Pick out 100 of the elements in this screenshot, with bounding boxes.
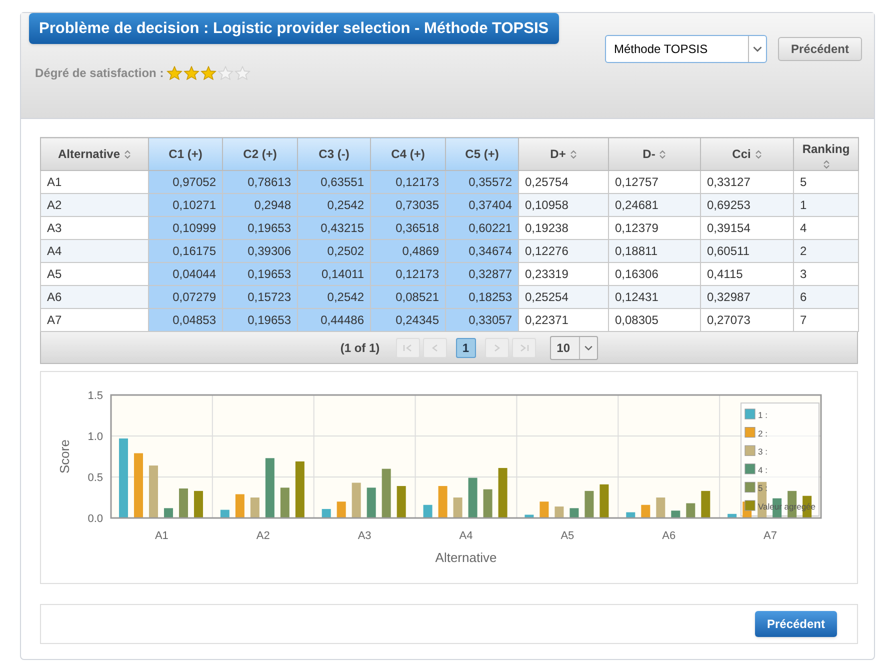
table-cell: 0,2948 (222, 194, 298, 216)
legend-label: 5 : (758, 483, 768, 494)
page-button[interactable]: 1 (456, 338, 476, 358)
table-cell: 0,63551 (298, 170, 370, 194)
table-cell: 4 (794, 216, 858, 240)
column-header[interactable]: Ranking (794, 138, 858, 170)
axis-tick-label: A7 (764, 530, 778, 542)
last-page-button[interactable] (512, 338, 536, 358)
legend-swatch (744, 408, 756, 420)
sort-icon (570, 150, 577, 159)
next-page-button[interactable] (484, 338, 509, 358)
table-cell: 0,10958 (518, 194, 608, 216)
table-cell: 0,2542 (298, 194, 370, 216)
table-cell: 0,24681 (608, 194, 700, 216)
legend-label: 3 : (758, 446, 768, 457)
bar (656, 498, 666, 518)
previous-page-icon (430, 344, 440, 352)
table-cell: 0,39306 (222, 240, 298, 262)
table-cell: 0,22371 (518, 308, 608, 332)
bar (194, 490, 203, 518)
table-cell: 3 (794, 262, 858, 286)
table-cell: 0,12379 (608, 216, 700, 240)
table-cell: 6 (794, 286, 858, 308)
legend-swatch (744, 445, 756, 456)
table-cell: 0,08521 (370, 286, 446, 308)
table-cell: 0,08305 (608, 308, 700, 332)
table-cell: 0,78613 (222, 170, 298, 194)
bar (524, 514, 534, 518)
table-cell: 0,23319 (518, 262, 608, 286)
table-cell: 0,4115 (700, 262, 794, 286)
axis-tick-label: 0.0 (88, 513, 103, 525)
legend-label: 1 : (758, 410, 768, 420)
axis-tick-label: A6 (662, 530, 676, 542)
bar (149, 466, 158, 518)
first-page-button[interactable] (396, 338, 420, 358)
table-cell: 0,04044 (148, 262, 222, 286)
sort-icon (659, 150, 666, 159)
table-cell: 0,12173 (370, 262, 446, 286)
column-header[interactable]: Alternative (40, 138, 148, 170)
table-cell: 0,27073 (700, 308, 794, 332)
rows-per-page-dropdown[interactable]: 10 (550, 336, 598, 360)
table-cell: 0,2542 (298, 286, 370, 308)
table-cell: 0,12757 (608, 170, 700, 194)
column-header: C4 (+) (370, 138, 446, 170)
table-cell: 0,18811 (608, 240, 700, 262)
axis-tick-label: A2 (256, 530, 270, 542)
axis-tick-label: A1 (154, 530, 168, 542)
table-cell: 0,32987 (700, 286, 794, 308)
table-cell: 0,25754 (518, 170, 608, 194)
previous-button[interactable]: Précédent (754, 611, 837, 637)
table-cell: 0,32877 (446, 262, 518, 286)
sort-icon (822, 160, 830, 168)
legend-label: 2 : (758, 428, 768, 438)
table-cell: 0,14011 (298, 262, 370, 286)
previous-button[interactable]: Précédent (778, 37, 862, 61)
axis-tick-label: A4 (459, 530, 473, 542)
last-page-icon (518, 344, 529, 352)
column-header[interactable]: D+ (518, 138, 608, 170)
axis-tick-label: A5 (560, 530, 574, 542)
table-cell: 0,2502 (298, 240, 370, 262)
table-cell: 0,60511 (700, 240, 794, 262)
axis-tick-label: 1.5 (88, 390, 103, 402)
table-cell: 0,33127 (700, 170, 794, 194)
table-cell: A1 (40, 170, 148, 194)
table-cell: 0,16306 (608, 262, 700, 286)
table-cell: 0,19653 (222, 216, 298, 240)
table-cell: 0,15723 (222, 286, 298, 308)
column-header: C1 (+) (148, 138, 222, 170)
table-cell: 0,18253 (446, 286, 518, 308)
column-header[interactable]: Cci (700, 138, 794, 170)
table-cell: 0,12431 (608, 286, 700, 308)
column-header[interactable]: D- (608, 138, 700, 170)
legend-label: 4 : (758, 464, 768, 475)
table-cell: 0,43215 (298, 216, 370, 240)
axis-tick-label: 1.0 (88, 431, 103, 443)
bar (570, 508, 579, 518)
table-cell: 0,97052 (148, 170, 222, 194)
table-cell: A3 (40, 216, 148, 240)
table-cell: 0,36518 (370, 216, 446, 240)
bar (600, 484, 609, 518)
sort-icon (754, 150, 762, 159)
table-cell: 0,33057 (446, 308, 518, 332)
bar (728, 514, 737, 518)
table-cell: A2 (40, 194, 148, 216)
table-cell: 0,34674 (446, 240, 518, 262)
table-cell: A4 (40, 240, 148, 262)
bar (164, 508, 173, 518)
table-cell: 0,19653 (222, 262, 298, 286)
table-cell: 5 (794, 170, 858, 194)
bar (134, 453, 143, 518)
bar (686, 503, 696, 518)
page-summary: (1 of 1) (340, 340, 380, 356)
axis-tick-label: A3 (358, 530, 372, 542)
table-cell: A6 (40, 286, 148, 308)
previous-page-button[interactable] (422, 338, 447, 358)
filled-star-icon (166, 66, 183, 80)
table-cell: 0,12173 (370, 170, 446, 194)
method-dropdown[interactable]: Méthode TOPSIS (604, 35, 767, 63)
legend-swatch (744, 482, 756, 492)
filled-star-icon (200, 66, 217, 80)
